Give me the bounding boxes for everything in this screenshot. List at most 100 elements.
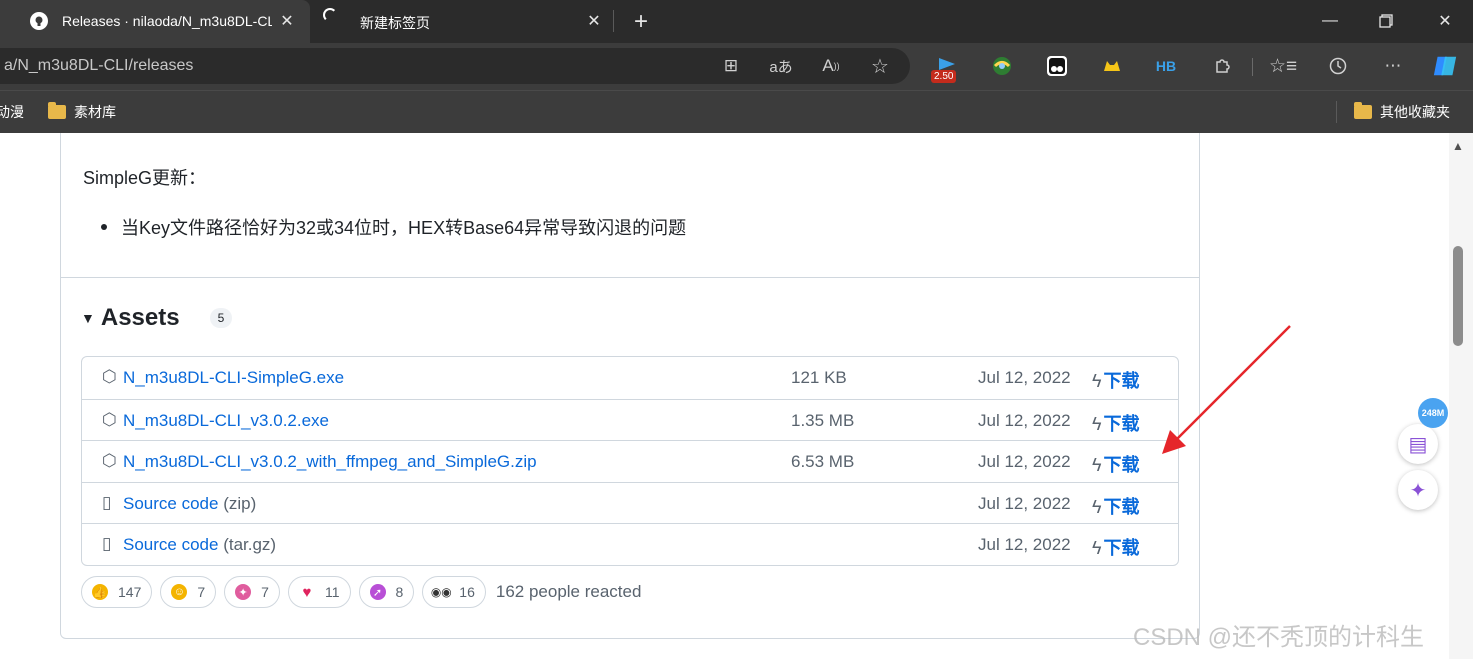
package-icon: ⬡	[102, 451, 117, 470]
bookmark-label: 动漫	[0, 104, 24, 120]
extensions-puzzle-icon[interactable]	[1209, 53, 1235, 79]
tab-title: 新建标签页	[360, 15, 430, 31]
asset-link[interactable]: Source code (zip)	[123, 494, 256, 514]
download-button[interactable]: ϟ 下载	[1092, 410, 1140, 436]
github-icon	[30, 12, 48, 30]
scroll-up-icon[interactable]: ▲	[1452, 139, 1464, 153]
other-bookmarks-folder[interactable]: 其他收藏夹	[1354, 91, 1450, 133]
package-icon: ⬡	[102, 367, 117, 386]
tampermonkey-icon[interactable]	[1044, 53, 1070, 79]
heart-icon: ♥	[302, 583, 312, 601]
other-bookmarks-label: 其他收藏夹	[1380, 104, 1450, 120]
bookmark-material-library[interactable]: 素材库	[48, 91, 116, 133]
favorite-star-icon[interactable]: ☆	[867, 53, 893, 79]
immersive-reader-icon[interactable]: A))	[818, 53, 844, 79]
annotation-arrow	[1162, 325, 1291, 454]
tab-title: Releases · nilaoda/N_m3u8DL-CLI	[62, 13, 272, 29]
watermark: CSDN @还不秃顶的计科生	[1133, 624, 1425, 651]
reactions-summary: 162 people reacted	[495, 582, 642, 601]
download-button[interactable]: ϟ 下载	[1092, 493, 1140, 519]
lightning-icon: ϟ	[1092, 413, 1102, 434]
reaction-count: 7	[197, 584, 206, 600]
asset-row: ▯ Source code (tar.gz) Jul 12, 2022 ϟ 下载	[82, 523, 1178, 565]
asset-link[interactable]: N_m3u8DL-CLI_v3.0.2_with_ffmpeg_and_Simp…	[123, 452, 537, 472]
loading-icon	[323, 8, 337, 22]
ai-assistant-button[interactable]: ✦	[1398, 470, 1438, 510]
asset-size: 1.35 MB	[791, 410, 855, 430]
read-aloud-icon[interactable]: aあ	[768, 53, 794, 79]
maximize-icon[interactable]	[1371, 6, 1401, 36]
triangle-down-icon: ▼	[81, 310, 95, 326]
copilot-icon[interactable]	[1432, 53, 1458, 79]
asset-date: Jul 12, 2022	[978, 535, 1071, 554]
reaction-rocket[interactable]: ➚ 8	[358, 576, 415, 608]
cat-extension-icon[interactable]	[1099, 53, 1125, 79]
lightning-icon: ϟ	[1092, 371, 1102, 391]
tab-divider	[613, 10, 614, 32]
reaction-laugh[interactable]: ☺ 7	[160, 576, 217, 608]
reaction-hooray[interactable]: ✦ 7	[224, 576, 280, 608]
thumbs-up-icon: 👍	[92, 584, 108, 600]
asset-date: Jul 12, 2022	[978, 368, 1071, 387]
reaction-count: 7	[261, 584, 269, 600]
bookmark-label: 素材库	[74, 104, 116, 120]
lightning-icon: ϟ	[1092, 538, 1102, 558]
reaction-count: 8	[395, 584, 404, 600]
new-tab-button[interactable]: +	[627, 8, 655, 36]
page-scrollbar[interactable]	[1449, 133, 1473, 659]
hb-extension-icon[interactable]: HB	[1153, 53, 1179, 79]
sparkle-icon: ✦	[1409, 479, 1427, 502]
folder-icon	[48, 102, 66, 119]
release-notes-text: 当Key文件路径恰好为32或34位时，HEX转Base64异常导致闪退的问题	[121, 218, 687, 238]
reaction-count: 147	[118, 584, 142, 600]
file-zip-icon: ▯	[102, 534, 112, 553]
browser-toolbar: a/N_m3u8DL-CLI/releases ⊞ aあ A)) ☆ 2.50 …	[0, 43, 1473, 90]
asset-date: Jul 12, 2022	[978, 493, 1071, 513]
package-icon: ⬡	[102, 409, 117, 429]
favorites-list-icon[interactable]: ☆≡	[1269, 53, 1297, 79]
assets-toggle[interactable]: ▼ Assets 5	[81, 304, 233, 332]
reaction-count: 11	[324, 584, 340, 600]
bookmark-anime[interactable]: 动漫	[0, 91, 24, 133]
download-button[interactable]: ϟ 下载	[1092, 451, 1140, 477]
asset-date: Jul 12, 2022	[978, 410, 1071, 430]
download-button[interactable]: ϟ 下载	[1092, 367, 1140, 393]
reaction-heart[interactable]: ♥ 11	[287, 576, 351, 608]
assets-list: ⬡ N_m3u8DL-CLI-SimpleG.exe 121 KB Jul 12…	[81, 356, 1179, 566]
app-grid-icon[interactable]: ⊞	[718, 53, 744, 79]
asset-size: 121 KB	[791, 368, 847, 387]
hooray-icon: ✦	[235, 584, 252, 600]
reaction-eyes[interactable]: ◉◉ 16	[422, 576, 486, 608]
notes-sidebar-button[interactable]: ▤	[1398, 424, 1438, 464]
bookmarks-divider	[1336, 101, 1337, 123]
tab-new[interactable]: 新建标签页 ✕	[318, 0, 610, 43]
url-text[interactable]: a/N_m3u8DL-CLI/releases	[4, 48, 193, 84]
close-window-icon[interactable]: ✕	[1430, 6, 1460, 36]
download-button[interactable]: ϟ 下载	[1092, 534, 1140, 560]
file-zip-icon: ▯	[102, 492, 112, 512]
assets-title: Assets	[100, 304, 180, 331]
release-notes-heading: SimpleG更新：	[83, 168, 207, 188]
scrollbar-thumb[interactable]	[1453, 246, 1463, 346]
tab-releases[interactable]: Releases · nilaoda/N_m3u8DL-CLI ✕	[0, 0, 310, 43]
assets-count-badge: 5	[209, 308, 233, 328]
more-options-icon[interactable]: ⋯	[1380, 53, 1406, 79]
asset-row: ▯ Source code (zip) Jul 12, 2022 ϟ 下载	[82, 481, 1178, 524]
asset-link[interactable]: N_m3u8DL-CLI-SimpleG.exe	[123, 368, 344, 388]
address-bar[interactable]: a/N_m3u8DL-CLI/releases ⊞ aあ A)) ☆	[0, 48, 910, 84]
reaction-thumbs-up[interactable]: 👍 147	[81, 576, 153, 608]
history-icon[interactable]	[1325, 53, 1351, 79]
section-divider	[61, 277, 1199, 278]
download-manager-icon[interactable]	[989, 53, 1015, 79]
page-viewport: SimpleG更新： 当Key文件路径恰好为32或34位时，HEX转Base64…	[0, 133, 1473, 659]
reactions-bar: 👍 147 ☺ 7 ✦ 7 ♥ 11 ➚ 8 ◉◉ 16 162 people …	[81, 576, 641, 608]
tab-strip: Releases · nilaoda/N_m3u8DL-CLI ✕ 新建标签页 …	[0, 0, 1473, 43]
close-tab-icon[interactable]: ✕	[276, 10, 298, 32]
asset-link[interactable]: N_m3u8DL-CLI_v3.0.2.exe	[123, 411, 329, 431]
asset-link[interactable]: Source code (tar.gz)	[123, 535, 276, 555]
asset-date: Jul 12, 2022	[978, 452, 1071, 471]
minimize-icon[interactable]: —	[1315, 6, 1345, 36]
bookmarks-bar: 动漫 素材库 其他收藏夹	[0, 90, 1473, 133]
close-tab-icon[interactable]: ✕	[583, 10, 605, 32]
eyes-icon: ◉◉	[430, 585, 452, 599]
